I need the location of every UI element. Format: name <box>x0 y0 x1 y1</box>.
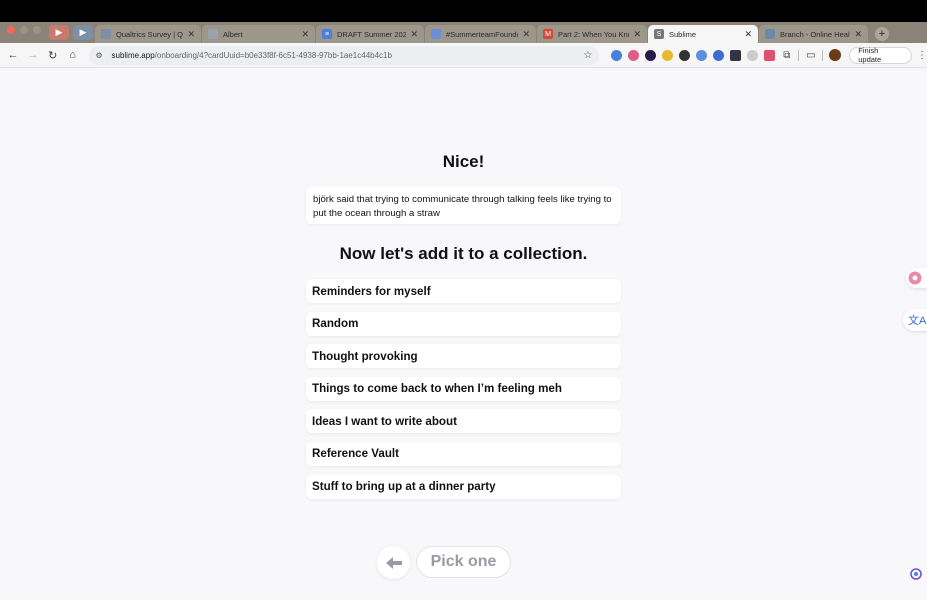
screen-top-bar <box>0 0 927 22</box>
minimize-window-button[interactable] <box>20 25 28 34</box>
url-path: /onboarding/4?cardUuid=b0e33f8f-6c51-493… <box>154 50 392 60</box>
back-arrow-icon[interactable]: ← <box>3 49 23 61</box>
pinned-tab-youtube[interactable]: ▶ <box>49 25 69 40</box>
toolbar-divider <box>822 49 824 61</box>
close-tab-icon[interactable]: ✕ <box>301 29 309 40</box>
tab-title: Sublime <box>669 29 697 39</box>
page-title: Nice! <box>442 152 485 171</box>
close-tab-icon[interactable]: ✕ <box>410 29 418 40</box>
floating-assistant-button[interactable] <box>909 567 922 580</box>
collection-option[interactable]: Ideas I want to write about <box>306 409 621 434</box>
bookmark-star-icon[interactable]: ☆ <box>583 50 592 61</box>
globe-icon <box>765 29 775 39</box>
finish-update-button[interactable]: Finish update <box>849 46 912 64</box>
pinned-tab-player[interactable]: ▶ <box>73 25 93 40</box>
play-icon: ▶ <box>79 27 87 37</box>
browser-toolbar: ← → ↻ ⌂ ⚙ sublime.app/onboarding/4?cardU… <box>0 43 927 68</box>
close-window-button[interactable] <box>7 25 15 34</box>
extension-icon[interactable] <box>628 49 640 61</box>
collection-option[interactable]: Random <box>306 311 621 336</box>
extension-icon[interactable] <box>747 49 759 61</box>
tab-title: Albert <box>223 29 243 39</box>
address-bar[interactable]: ⚙ sublime.app/onboarding/4?cardUuid=b0e3… <box>88 45 600 65</box>
extension-icon[interactable] <box>696 49 708 61</box>
youtube-icon: ▶ <box>55 27 63 37</box>
home-icon[interactable]: ⌂ <box>63 49 83 61</box>
tab-title: Part 2: When You Know <box>558 29 630 39</box>
extension-icon[interactable] <box>730 49 742 61</box>
globe-icon <box>101 29 111 39</box>
tab-title: DRAFT Summer 2025 S <box>337 29 407 39</box>
translate-tab[interactable]: 文A <box>903 309 927 331</box>
tab-part2[interactable]: M Part 2: When You Know ✕ <box>537 25 647 43</box>
tab-title: #SummerteamFounders <box>446 29 518 39</box>
back-button[interactable] <box>377 546 410 579</box>
close-tab-icon[interactable]: ✕ <box>522 29 530 40</box>
docs-icon: ≡ <box>322 29 332 39</box>
close-tab-icon[interactable]: ✕ <box>744 29 752 40</box>
close-tab-icon[interactable]: ✕ <box>854 29 862 40</box>
menu-kebab-icon[interactable]: ⋮ <box>917 50 927 61</box>
collection-option[interactable]: Thought provoking <box>306 344 621 369</box>
side-panel-icon[interactable]: ▭ <box>805 50 816 61</box>
extension-icon[interactable] <box>764 49 776 61</box>
extension-icon[interactable] <box>645 49 657 61</box>
tab-summerteam[interactable]: #SummerteamFounders ✕ <box>425 25 536 43</box>
chrome-icon <box>431 29 441 39</box>
arrow-left-icon <box>385 556 402 569</box>
extension-icon[interactable] <box>713 49 725 61</box>
tab-title: Branch - Online Health <box>780 29 851 39</box>
reload-icon[interactable]: ↻ <box>43 49 63 62</box>
extension-icon[interactable] <box>679 49 691 61</box>
floating-extension-tab[interactable] <box>906 268 927 288</box>
tab-title: Qualtrics Survey | Qualtrics <box>116 29 183 39</box>
window-controls <box>0 22 47 43</box>
profile-avatar[interactable] <box>829 49 842 61</box>
tab-albert[interactable]: Albert ✕ <box>202 25 315 43</box>
new-tab-button[interactable]: + <box>875 27 889 41</box>
tab-qualtrics[interactable]: Qualtrics Survey | Qualtrics ✕ <box>95 25 201 43</box>
collection-prompt: Now let's add it to a collection. <box>339 244 588 263</box>
globe-icon <box>208 29 218 39</box>
tab-branch[interactable]: Branch - Online Health ✕ <box>759 25 868 43</box>
assistant-icon <box>909 567 922 580</box>
toolbar-divider <box>798 49 800 61</box>
collection-option[interactable]: Reminders for myself <box>306 279 621 303</box>
url-host: sublime.app <box>111 50 155 60</box>
collection-option[interactable]: Stuff to bring up at a dinner party <box>306 474 621 499</box>
pick-one-button[interactable]: Pick one <box>416 546 511 578</box>
tab-draft[interactable]: ≡ DRAFT Summer 2025 S ✕ <box>316 25 424 43</box>
extension-icon[interactable] <box>662 49 674 61</box>
translate-icon: 文A <box>908 315 927 327</box>
extension-icon[interactable] <box>611 49 623 61</box>
quote-card: björk said that trying to communicate th… <box>306 187 621 224</box>
extensions-bar: ⧉ ▭ <box>611 49 824 61</box>
collection-list: Reminders for myself Random Thought prov… <box>306 279 621 507</box>
tab-sublime[interactable]: S Sublime ✕ <box>648 25 758 43</box>
gmail-icon: M <box>543 29 553 39</box>
site-settings-icon[interactable]: ⚙ <box>96 51 108 60</box>
collection-option[interactable]: Things to come back to when I’m feeling … <box>306 376 621 401</box>
forward-arrow-icon[interactable]: → <box>23 49 43 61</box>
tab-strip: ▶ ▶ Qualtrics Survey | Qualtrics ✕ Alber… <box>0 22 927 43</box>
collection-option[interactable]: Reference Vault <box>306 441 621 466</box>
close-tab-icon[interactable]: ✕ <box>633 29 641 40</box>
close-tab-icon[interactable]: ✕ <box>187 29 195 40</box>
maximize-window-button[interactable] <box>33 25 41 34</box>
flower-icon <box>908 271 922 285</box>
puzzle-icon[interactable]: ⧉ <box>781 50 792 61</box>
sublime-icon: S <box>654 29 664 39</box>
